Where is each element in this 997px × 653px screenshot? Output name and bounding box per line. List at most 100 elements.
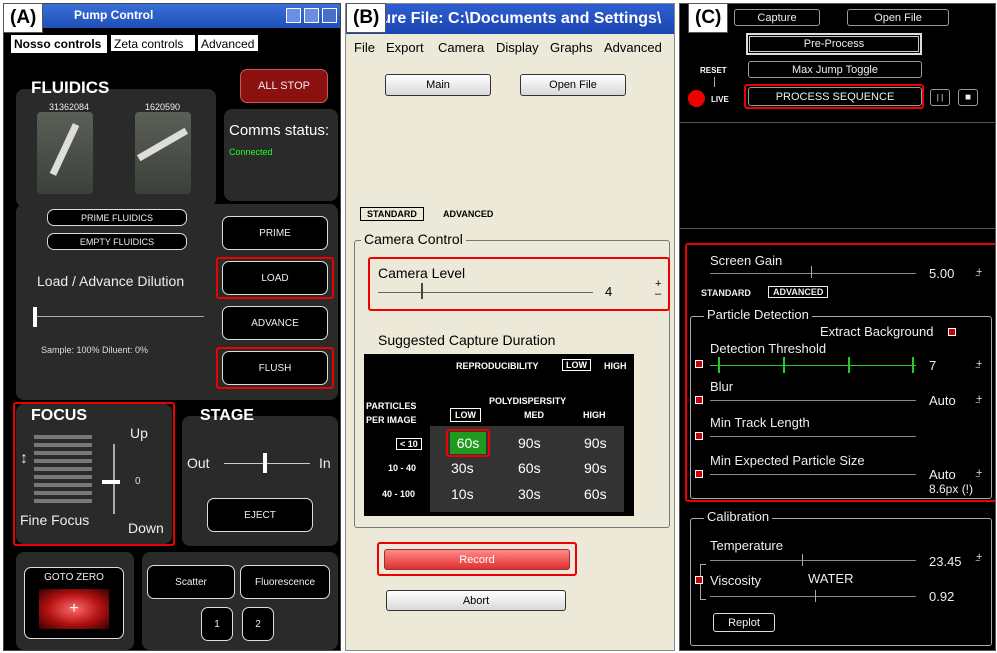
temperature-stepper[interactable]: + ‾ <box>976 552 982 572</box>
pump2-image <box>135 112 191 194</box>
menu-export[interactable]: Export <box>386 40 424 55</box>
menu-file[interactable]: File <box>354 40 375 55</box>
table-cell[interactable]: 90s <box>518 435 541 451</box>
tab-nosso-controls[interactable]: Nosso controls <box>10 34 108 54</box>
button-label: Main <box>426 79 450 91</box>
reproducibility-low[interactable]: LOW <box>562 359 591 371</box>
max-jump-toggle-button[interactable]: Max Jump Toggle <box>748 61 922 78</box>
stop-button[interactable]: ■ <box>958 89 978 106</box>
col-high: HIGH <box>583 410 606 420</box>
panel-b: ture File: C:\Documents and Settings\ Fi… <box>345 3 675 651</box>
pre-process-button[interactable]: Pre-Process <box>746 33 922 55</box>
abort-button[interactable]: Abort <box>386 590 566 611</box>
fluorescence-button[interactable]: Fluorescence <box>240 565 330 599</box>
table-cell[interactable]: 90s <box>584 435 607 451</box>
menu-graphs[interactable]: Graphs <box>550 40 593 55</box>
reproducibility-high[interactable]: HIGH <box>604 361 627 371</box>
menu-bar: File Export Camera Display Graphs Advanc… <box>346 40 674 60</box>
table-cell[interactable]: 90s <box>584 460 607 476</box>
record-highlight <box>377 542 577 576</box>
prime-button[interactable]: PRIME <box>222 216 328 250</box>
advanced-toggle[interactable]: ADVANCED <box>443 209 493 219</box>
dilution-slider-thumb[interactable] <box>33 307 37 327</box>
capture-button[interactable]: Capture <box>734 9 820 26</box>
fine-focus-bars[interactable] <box>34 435 92 507</box>
panel-a: Pump Control Nosso controls Zeta control… <box>3 3 341 651</box>
button-label: PRIME FLUIDICS <box>80 212 153 223</box>
eject-button[interactable]: EJECT <box>207 498 313 532</box>
standard-toggle[interactable]: STANDARD <box>360 207 424 221</box>
title-bar: ture File: C:\Documents and Settings\ <box>346 4 674 34</box>
table-cell[interactable]: 30s <box>451 460 474 476</box>
menu-display[interactable]: Display <box>496 40 539 55</box>
col-low[interactable]: LOW <box>450 408 481 422</box>
all-stop-button[interactable]: ALL STOP <box>240 69 328 103</box>
button-2[interactable]: 2 <box>242 607 274 641</box>
polydispersity-label: POLYDISPERSITY <box>489 396 567 406</box>
prime-fluidics-button[interactable]: PRIME FLUIDICS <box>47 209 187 226</box>
table-cell[interactable]: 60s <box>584 486 607 502</box>
button-1[interactable]: 1 <box>201 607 233 641</box>
particles-per-image-label: PARTICLES PER IMAGE <box>366 401 417 425</box>
process-sequence-highlight <box>744 84 924 109</box>
button-label: PRIME <box>259 227 291 239</box>
temperature-label: Temperature <box>710 538 783 553</box>
live-label: LIVE <box>711 95 729 104</box>
empty-fluidics-button[interactable]: EMPTY FLUIDICS <box>47 233 187 250</box>
menu-camera[interactable]: Camera <box>438 40 484 55</box>
temperature-track <box>710 560 916 561</box>
camera-level-highlight <box>368 257 670 311</box>
panel-c: Capture Open File Pre-Process RESET LIVE… <box>679 3 996 651</box>
pump1-id: 31362084 <box>49 102 90 112</box>
viscosity-checkbox[interactable] <box>695 576 703 584</box>
menu-advanced[interactable]: Advanced <box>604 40 662 55</box>
tab-label: Nosso controls <box>14 37 102 51</box>
panel-a-label: (A) <box>3 3 44 33</box>
open-file-button[interactable]: Open File <box>847 9 949 26</box>
focus-slider-track <box>113 444 115 514</box>
main-button[interactable]: Main <box>385 74 491 96</box>
reset-divider <box>714 77 715 87</box>
viscosity-track <box>710 596 916 597</box>
button-label: ALL STOP <box>258 80 310 92</box>
button-label: Pre-Process <box>803 38 865 50</box>
pause-icon: | | <box>936 93 944 102</box>
tab-label: Zeta controls <box>114 37 184 51</box>
divider-line <box>680 122 995 123</box>
stage-out-label: Out <box>187 455 210 471</box>
row-label: 10 - 40 <box>388 463 417 473</box>
table-cell[interactable]: 30s <box>518 486 541 502</box>
minimize-button[interactable] <box>286 8 301 23</box>
stage-heading: STAGE <box>200 407 254 424</box>
viscosity-type: WATER <box>808 571 854 586</box>
scatter-button[interactable]: Scatter <box>147 565 235 599</box>
table-cell[interactable]: 10s <box>451 486 474 502</box>
advance-button[interactable]: ADVANCE <box>222 306 328 340</box>
pump2-rotor-icon <box>136 127 189 162</box>
button-label: Replot <box>728 616 760 629</box>
viscosity-thumb[interactable] <box>815 590 816 602</box>
focus-slider-thumb[interactable] <box>102 480 120 484</box>
replot-button[interactable]: Replot <box>713 613 775 632</box>
close-button[interactable] <box>322 8 337 23</box>
stop-icon: ■ <box>964 92 972 103</box>
tab-advanced[interactable]: Advanced <box>197 34 259 52</box>
row-label: 40 - 100 <box>382 489 416 499</box>
open-file-button[interactable]: Open File <box>520 74 626 96</box>
detection-settings-highlight <box>685 243 995 502</box>
button-label: 1 <box>214 618 220 630</box>
viscosity-value: 0.92 <box>929 589 955 604</box>
pause-button[interactable]: | | <box>930 89 950 106</box>
maximize-button[interactable] <box>304 8 319 23</box>
table-cell[interactable]: 60s <box>518 460 541 476</box>
button-label: Open File <box>874 11 922 24</box>
button-label: EJECT <box>244 509 276 521</box>
button-label: ADVANCE <box>251 317 299 329</box>
tab-label: Advanced <box>201 37 255 51</box>
dilution-label: Load / Advance Dilution <box>37 273 185 289</box>
tab-zeta-controls[interactable]: Zeta controls <box>110 34 196 52</box>
temperature-thumb[interactable] <box>802 554 803 566</box>
temperature-value: 23.45 <box>929 554 962 569</box>
live-indicator-icon[interactable] <box>688 90 705 107</box>
stage-slider-thumb[interactable] <box>263 453 267 473</box>
